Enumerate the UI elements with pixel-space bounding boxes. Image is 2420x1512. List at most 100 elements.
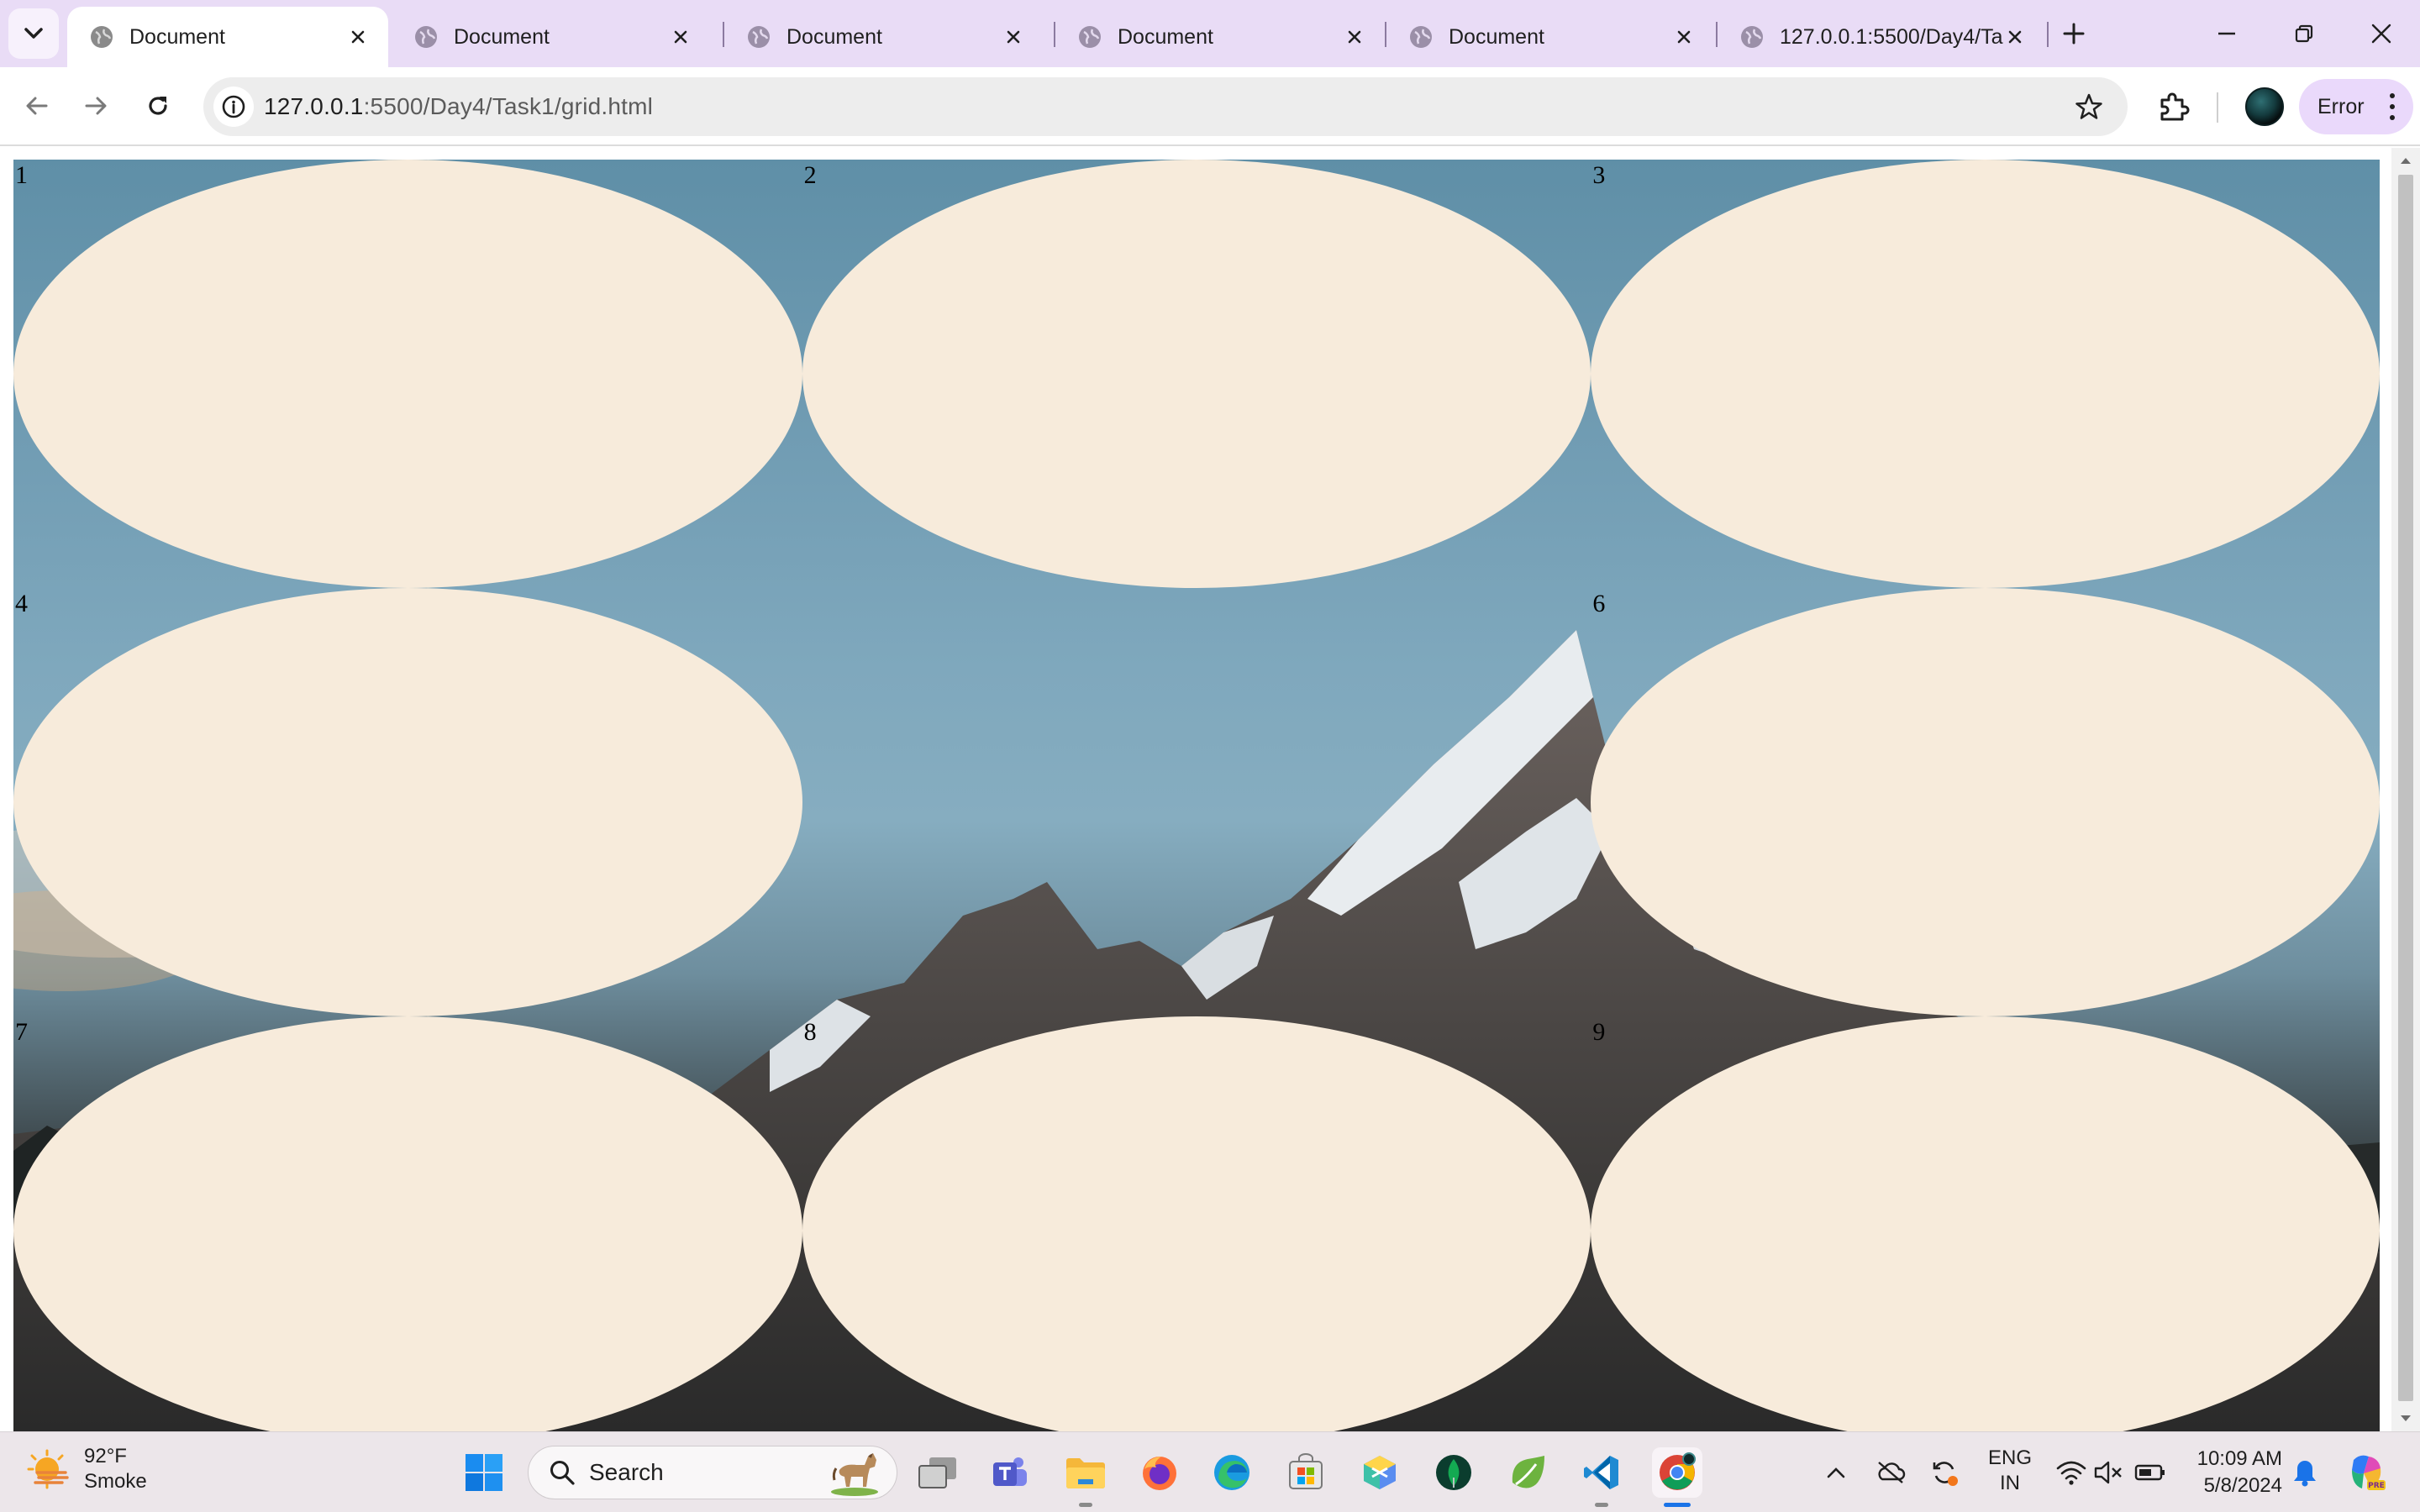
grid-item-3: 3 xyxy=(1591,160,2380,588)
new-tab-button[interactable] xyxy=(2055,15,2092,52)
copilot-button[interactable]: PRE xyxy=(2341,1447,2391,1498)
tab-document-1[interactable]: Document xyxy=(67,7,388,67)
restore-icon xyxy=(2295,24,2313,43)
profile-avatar[interactable] xyxy=(2245,87,2284,126)
tab-document-2[interactable]: Document xyxy=(392,7,711,67)
url-host: 127.0.0.1 xyxy=(264,93,364,119)
minimize-button[interactable] xyxy=(2202,13,2252,54)
minimize-icon xyxy=(2218,32,2235,35)
sync-icon xyxy=(1933,1462,1958,1486)
spring-icon xyxy=(1512,1456,1544,1488)
vscode-icon xyxy=(1584,1456,1618,1489)
grid-item-7: 7 xyxy=(13,1016,802,1431)
teams-button[interactable] xyxy=(985,1447,1035,1498)
close-icon[interactable] xyxy=(1343,25,1366,49)
page-viewport: 1 2 3 4 6 7 8 9 xyxy=(0,148,2420,1431)
tab-separator xyxy=(2047,22,2049,47)
tab-title: Document xyxy=(1118,24,1213,49)
back-button[interactable] xyxy=(15,84,59,128)
cloud-offline-icon xyxy=(1878,1462,1906,1483)
tab-grid-html[interactable]: 127.0.0.1:5500/Day4/Task1/grid.html xyxy=(1718,7,2045,67)
chrome-icon xyxy=(1660,1452,1696,1490)
chrome-button[interactable] xyxy=(1652,1447,1702,1498)
restore-button[interactable] xyxy=(2279,13,2329,54)
weather-widget[interactable]: 92°F Smoke xyxy=(25,1444,147,1494)
grid-item-5 xyxy=(802,588,1591,1016)
wifi-button[interactable] xyxy=(2050,1447,2092,1498)
scrollbar-thumb[interactable] xyxy=(2398,175,2413,1401)
tab-document-5[interactable]: Document xyxy=(1386,7,1714,67)
cube-app-button[interactable] xyxy=(1355,1447,1405,1498)
close-window-button[interactable] xyxy=(2356,13,2407,54)
battery-icon xyxy=(2134,1464,2165,1481)
star-icon xyxy=(2075,93,2102,119)
file-explorer-button[interactable] xyxy=(1060,1447,1111,1498)
firefox-button[interactable] xyxy=(1134,1447,1185,1498)
store-button[interactable] xyxy=(1281,1447,1331,1498)
language-indicator[interactable]: ENG IN xyxy=(1976,1446,2044,1496)
spring-button[interactable] xyxy=(1502,1447,1553,1498)
error-label: Error xyxy=(2317,94,2365,118)
svg-text:PRE: PRE xyxy=(2368,1482,2385,1490)
show-hidden-icons-button[interactable] xyxy=(1815,1447,1857,1498)
close-icon[interactable] xyxy=(1002,25,1025,49)
extensions-button[interactable] xyxy=(2153,86,2195,128)
toolbar-divider xyxy=(2217,92,2218,123)
close-icon[interactable] xyxy=(669,25,692,49)
running-indicator xyxy=(1079,1503,1092,1507)
tab-document-3[interactable]: Document xyxy=(724,7,1044,67)
grid-item-number: 8 xyxy=(803,1018,817,1046)
bell-icon xyxy=(2294,1461,2316,1487)
globe-icon xyxy=(748,26,770,48)
notifications-button[interactable] xyxy=(2284,1447,2326,1498)
globe-icon xyxy=(91,26,113,48)
teams-icon xyxy=(993,1457,1027,1486)
tab-search-button[interactable] xyxy=(8,8,59,59)
reload-button[interactable] xyxy=(136,84,180,128)
weather-sun-icon xyxy=(27,1449,69,1489)
horse-illustration-icon xyxy=(831,1453,878,1496)
forward-button[interactable] xyxy=(74,84,118,128)
tab-document-4[interactable]: Document xyxy=(1055,7,1385,67)
system-clock[interactable]: 10:09 AM 5/8/2024 xyxy=(2178,1446,2282,1499)
close-icon[interactable] xyxy=(1672,25,1696,49)
error-menu-button[interactable]: Error xyxy=(2299,79,2413,134)
arrow-right-icon xyxy=(85,97,107,115)
close-icon[interactable] xyxy=(2003,25,2027,49)
mongodb-button[interactable] xyxy=(1428,1447,1479,1498)
bookmark-button[interactable] xyxy=(2072,90,2106,123)
taskbar-search[interactable]: Search xyxy=(528,1446,897,1499)
scroll-up-arrow[interactable] xyxy=(2391,148,2420,173)
vscode-button[interactable] xyxy=(1576,1447,1627,1498)
grid-item-number: 3 xyxy=(1592,161,1606,189)
onedrive-button[interactable] xyxy=(1869,1447,1912,1498)
plus-icon xyxy=(2063,23,2085,45)
search-label: Search xyxy=(589,1459,664,1485)
tab-strip: Document Document Document Document Docu… xyxy=(0,0,2420,67)
url-text[interactable]: 127.0.0.1:5500/Day4/Task1/grid.html xyxy=(264,93,653,120)
chevron-down-icon xyxy=(24,28,43,39)
weather-condition: Smoke xyxy=(84,1470,147,1493)
copilot-icon: PRE xyxy=(2352,1455,2386,1490)
grid-container: 1 2 3 4 6 7 8 9 xyxy=(13,160,2380,1431)
address-bar[interactable]: 127.0.0.1:5500/Day4/Task1/grid.html xyxy=(203,77,2128,136)
task-view-button[interactable] xyxy=(913,1447,963,1498)
site-info-button[interactable] xyxy=(213,87,254,127)
close-icon[interactable] xyxy=(346,25,370,49)
tab-title: 127.0.0.1:5500/Day4/Task1/grid.html xyxy=(1780,24,2003,49)
scroll-down-arrow[interactable] xyxy=(2391,1406,2420,1431)
volume-button[interactable] xyxy=(2087,1447,2129,1498)
language-region: IN xyxy=(2000,1472,2020,1494)
edge-icon xyxy=(1214,1455,1249,1490)
more-vertical-icon xyxy=(2386,93,2398,120)
weather-temperature: 92°F xyxy=(84,1445,127,1467)
start-button[interactable] xyxy=(459,1447,509,1498)
battery-button[interactable] xyxy=(2129,1447,2171,1498)
tab-title: Document xyxy=(786,24,882,49)
grid-item-number: 2 xyxy=(803,161,817,189)
grid-item-4: 4 xyxy=(13,588,802,1016)
globe-icon xyxy=(1410,26,1432,48)
edge-button[interactable] xyxy=(1207,1447,1257,1498)
vertical-scrollbar[interactable] xyxy=(2391,148,2420,1431)
sync-button[interactable] xyxy=(1923,1447,1966,1498)
